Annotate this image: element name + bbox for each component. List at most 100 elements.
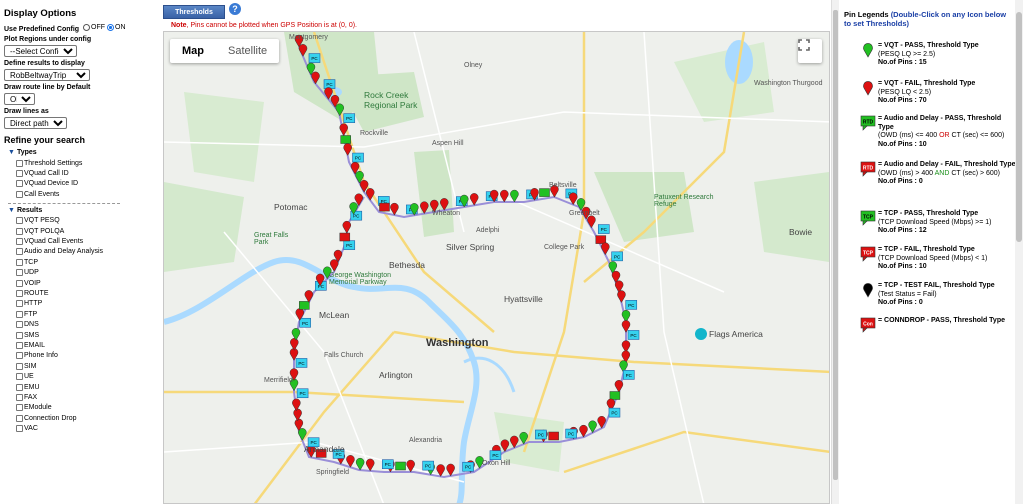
vqt-fail-pin[interactable]	[601, 242, 610, 256]
fullscreen-button[interactable]	[798, 39, 822, 63]
tcp-pass-pin[interactable]	[609, 391, 621, 400]
result-filter-checkbox[interactable]	[16, 248, 23, 256]
satellite-tab[interactable]: Satellite	[216, 39, 279, 63]
result-filter-checkbox[interactable]	[16, 269, 23, 277]
map-scrollbar[interactable]	[831, 0, 839, 504]
scrollbar-thumb[interactable]	[833, 10, 838, 480]
vqt-fail-pin[interactable]	[446, 463, 455, 477]
green-pin-icon[interactable]	[860, 42, 876, 58]
tcp-red-icon[interactable]: TCP	[860, 246, 876, 262]
config-select[interactable]: --Select Config--	[4, 45, 77, 57]
type-filter-row[interactable]: Call Events	[16, 189, 160, 199]
pc-pin[interactable]: PC	[565, 428, 577, 439]
result-filter-row[interactable]: Phone Info	[16, 351, 160, 361]
result-filter-row[interactable]: VOIP	[16, 278, 160, 288]
pc-pin[interactable]: PC	[299, 317, 311, 328]
type-filter-row[interactable]: Threshold Settings	[16, 158, 160, 168]
result-filter-row[interactable]: EMAIL	[16, 340, 160, 350]
result-filter-row[interactable]: UDP	[16, 268, 160, 278]
result-filter-row[interactable]: HTTP	[16, 299, 160, 309]
tcp-fail-pin[interactable]	[595, 235, 607, 244]
vqt-fail-pin[interactable]	[614, 380, 624, 393]
type-filter-row[interactable]: VQuad Device ID	[16, 179, 160, 189]
red-pin-icon[interactable]	[860, 80, 876, 96]
result-filter-row[interactable]: VQT PESQ	[16, 216, 160, 226]
route-line-select[interactable]: ON	[4, 93, 35, 105]
legend-scrollbar[interactable]	[1015, 0, 1023, 504]
result-filter-row[interactable]: SMS	[16, 330, 160, 340]
result-filter-row[interactable]: EModule	[16, 403, 160, 413]
pc-pin[interactable]: PC	[535, 429, 547, 440]
vqt-fail-pin[interactable]	[390, 202, 399, 216]
pc-pin[interactable]: PC	[343, 113, 356, 123]
result-filter-checkbox[interactable]	[16, 362, 23, 370]
pc-pin[interactable]: PC	[462, 461, 474, 472]
result-filter-row[interactable]: Connection Drop	[16, 413, 160, 423]
pc-pin[interactable]: PC	[627, 330, 640, 340]
result-filter-checkbox[interactable]	[16, 227, 23, 235]
result-filter-row[interactable]: VQT POLQA	[16, 226, 160, 236]
type-filter-checkbox[interactable]	[16, 159, 23, 167]
pc-pin[interactable]: PC	[343, 240, 356, 250]
vqt-fail-pin[interactable]	[365, 458, 375, 472]
pc-pin[interactable]: PC	[597, 224, 610, 234]
pc-pin[interactable]: PC	[625, 300, 638, 310]
result-filter-checkbox[interactable]	[16, 341, 23, 349]
tcp-fail-pin[interactable]	[379, 202, 390, 212]
result-filter-checkbox[interactable]	[16, 289, 23, 297]
vqt-fail-pin[interactable]	[365, 188, 375, 201]
vqt-fail-pin[interactable]	[329, 259, 339, 272]
result-filter-row[interactable]: EMU	[16, 382, 160, 392]
vqt-fail-pin[interactable]	[406, 459, 415, 473]
result-filter-checkbox[interactable]	[16, 383, 23, 391]
pc-pin[interactable]: PC	[608, 407, 621, 418]
result-filter-checkbox[interactable]	[16, 352, 23, 360]
black-pin-icon[interactable]	[860, 282, 876, 298]
result-filter-checkbox[interactable]	[16, 393, 23, 401]
type-filter-checkbox[interactable]	[16, 170, 23, 178]
tcp-fail-pin[interactable]	[339, 232, 351, 242]
scrollbar-thumb[interactable]	[1016, 12, 1022, 242]
vqt-fail-pin[interactable]	[617, 290, 626, 303]
result-filter-checkbox[interactable]	[16, 300, 23, 308]
result-filter-row[interactable]: DNS	[16, 319, 160, 329]
type-filter-row[interactable]: VQuad Call ID	[16, 168, 160, 178]
tcp-fail-pin[interactable]	[548, 431, 559, 441]
pc-pin[interactable]: PC	[382, 459, 394, 470]
results-section-toggle[interactable]: ▼ Results	[8, 207, 160, 214]
pc-pin[interactable]: PC	[622, 370, 635, 380]
result-filter-checkbox[interactable]	[16, 373, 23, 381]
thresholds-button[interactable]: Thresholds	[163, 5, 225, 19]
result-filter-row[interactable]: Audio and Delay Analysis	[16, 247, 160, 257]
result-filter-row[interactable]: UE	[16, 371, 160, 381]
result-filter-checkbox[interactable]	[16, 425, 23, 433]
types-section-toggle[interactable]: ▼ Types	[8, 149, 160, 156]
result-filter-row[interactable]: SIM	[16, 361, 160, 371]
flags-america-marker[interactable]	[695, 328, 707, 340]
vqt-fail-pin[interactable]	[500, 189, 509, 203]
pc-pin[interactable]: PC	[308, 53, 321, 63]
help-icon[interactable]: ?	[229, 3, 241, 15]
con-red-icon[interactable]: Con	[860, 317, 876, 333]
result-filter-checkbox[interactable]	[16, 404, 23, 412]
type-filter-checkbox[interactable]	[16, 190, 23, 198]
result-filter-checkbox[interactable]	[16, 238, 23, 246]
pc-pin[interactable]: PC	[489, 450, 502, 460]
result-filter-row[interactable]: VQuad Call Events	[16, 236, 160, 246]
pc-pin[interactable]: PC	[296, 388, 309, 399]
result-filter-row[interactable]: TCP	[16, 257, 160, 267]
result-filter-checkbox[interactable]	[16, 321, 23, 329]
vqt-fail-pin[interactable]	[339, 123, 348, 137]
predef-off-radio[interactable]	[83, 24, 91, 31]
result-filter-row[interactable]: FTP	[16, 309, 160, 319]
vqt-pass-pin[interactable]	[355, 457, 365, 471]
predef-on-radio[interactable]	[107, 24, 115, 31]
rtd-green-icon[interactable]: RTD	[860, 115, 876, 131]
result-filter-row[interactable]: ROUTE	[16, 288, 160, 298]
vqt-fail-pin[interactable]	[342, 220, 352, 234]
results-select[interactable]: RobBeltwayTrip	[4, 69, 90, 81]
map-canvas[interactable]: PC PC PC PC PC PC PC PC PC PC PC PC PC PC PC PC PC PC PC PC…	[163, 31, 830, 504]
pc-pin[interactable]: PC	[295, 358, 308, 368]
tcp-pass-pin[interactable]	[539, 188, 550, 197]
tcp-pass-pin[interactable]	[340, 135, 351, 144]
